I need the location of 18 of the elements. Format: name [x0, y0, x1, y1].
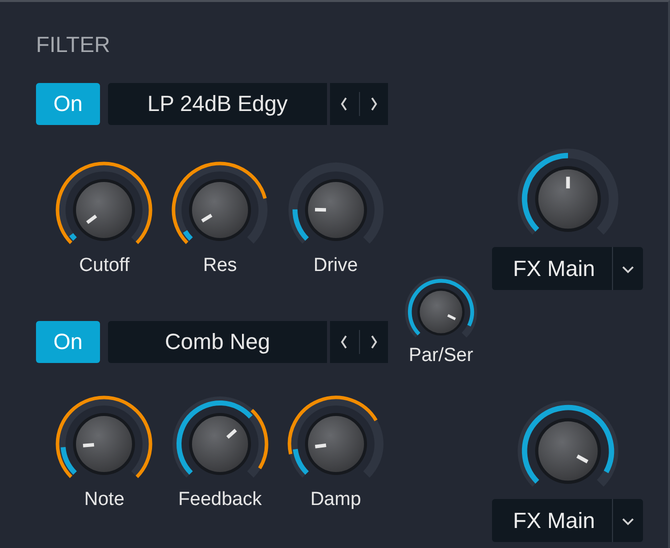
knob-label: Feedback	[178, 489, 262, 511]
knob-label: Note	[84, 489, 124, 511]
chevron-right-icon	[368, 96, 379, 112]
knob-label: Res	[203, 255, 237, 277]
destination-dropdown[interactable]: FX Main	[492, 499, 643, 542]
chevron-left-icon	[339, 96, 350, 112]
destination-dropdown[interactable]: FX Main	[492, 247, 643, 290]
filter-type-field[interactable]: LP 24dB Edgy	[108, 83, 327, 125]
knob-label: Damp	[310, 489, 362, 511]
knob-label: Cutoff	[79, 255, 130, 277]
chevron-right-icon	[368, 334, 379, 350]
chevron-left-icon	[339, 334, 350, 350]
knob-label: Drive	[314, 255, 358, 277]
knob-label: Par/Ser	[408, 345, 474, 367]
section-title: FILTER	[36, 32, 110, 58]
chevron-down-icon	[621, 264, 635, 274]
chevron-down-icon	[621, 516, 635, 526]
filter-type-field[interactable]: Comb Neg	[108, 321, 327, 363]
